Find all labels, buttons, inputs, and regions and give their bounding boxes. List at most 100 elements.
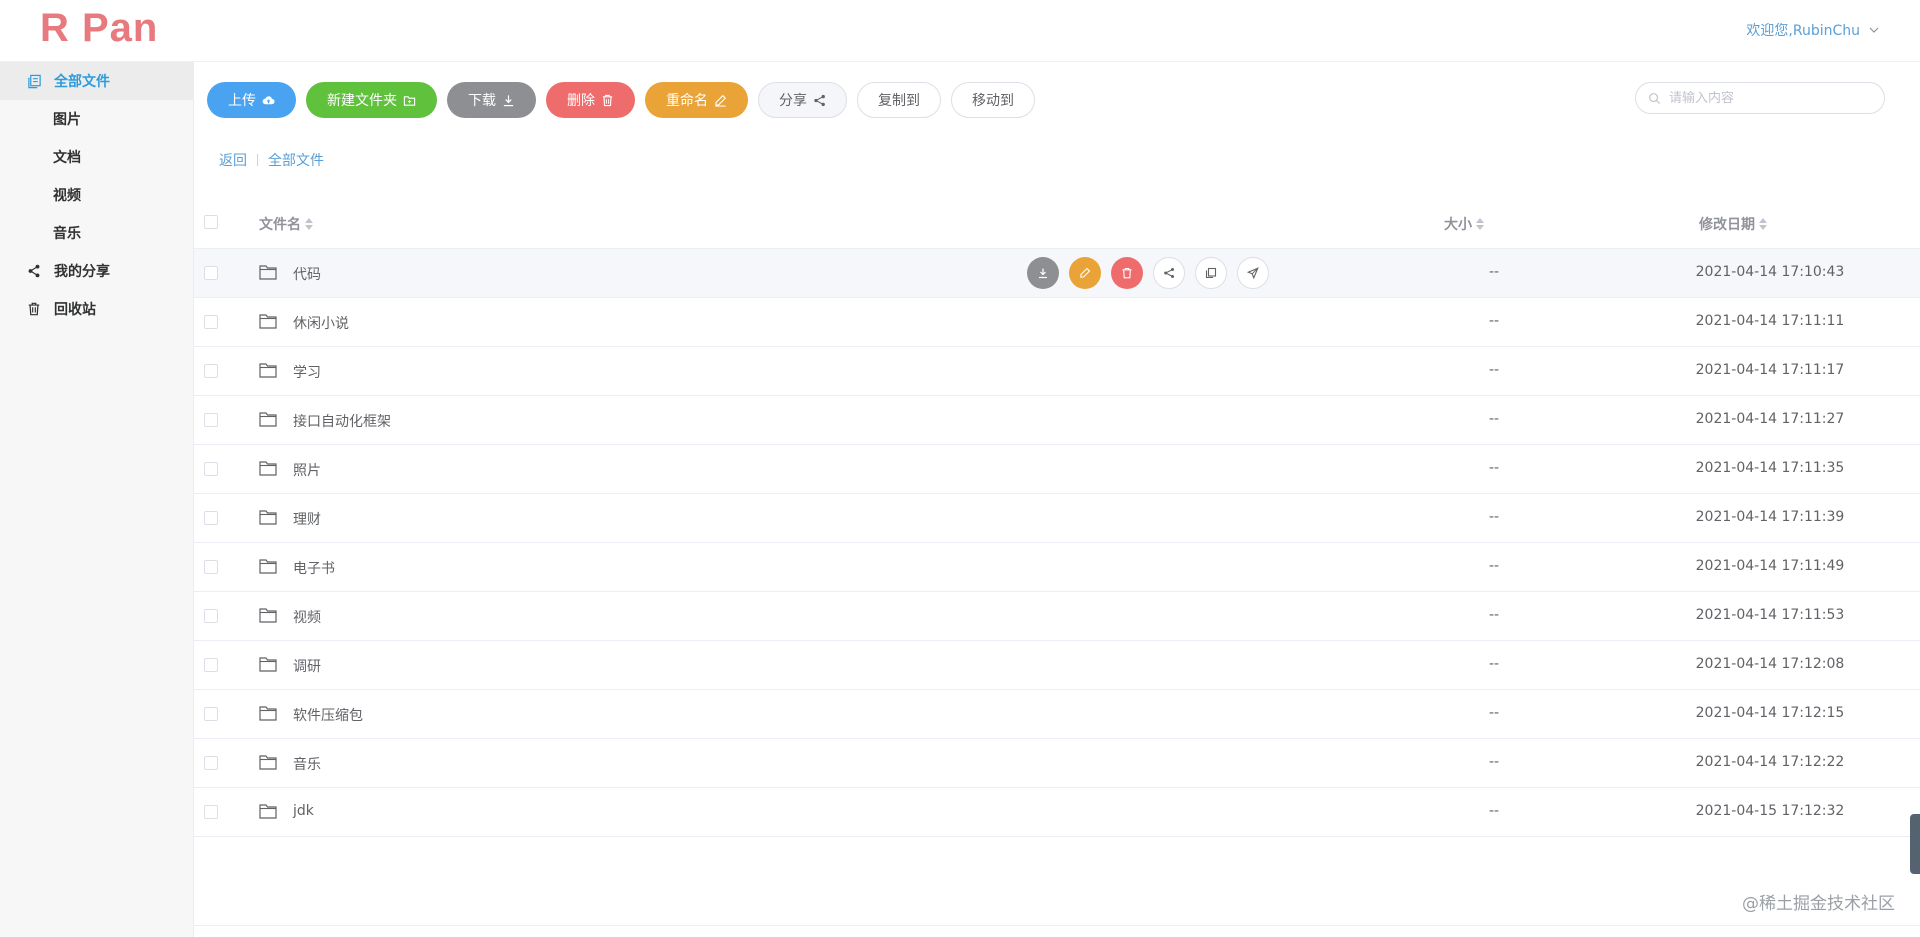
file-name[interactable]: 代码	[293, 264, 321, 284]
sidebar-item-music[interactable]: 音乐	[0, 214, 194, 252]
chevron-down-icon	[1869, 27, 1879, 33]
file-date: 2021-04-14 17:11:17	[1695, 362, 1845, 378]
rename-button[interactable]: 重命名	[645, 82, 748, 118]
table-row[interactable]: 软件压缩包 -- 2021-04-14 17:12:15	[194, 690, 1920, 739]
sidebar-item-videos[interactable]: 视频	[0, 176, 194, 214]
table-row[interactable]: 理财 -- 2021-04-14 17:11:39	[194, 494, 1920, 543]
user-menu[interactable]: 欢迎您,RubinChu	[1746, 20, 1880, 40]
file-date: 2021-04-15 17:12:32	[1695, 803, 1845, 819]
table-row[interactable]: 音乐 -- 2021-04-14 17:12:22	[194, 739, 1920, 788]
send-icon	[1247, 267, 1259, 279]
new-folder-button[interactable]: 新建文件夹	[306, 82, 437, 118]
row-checkbox[interactable]	[204, 560, 218, 574]
row-checkbox[interactable]	[204, 658, 218, 672]
sidebar-item-label: 回收站	[54, 302, 96, 318]
file-name[interactable]: 学习	[293, 362, 321, 382]
sidebar-item-images[interactable]: 图片	[0, 100, 194, 138]
column-name-header[interactable]: 文件名	[259, 214, 313, 234]
file-date: 2021-04-14 17:12:15	[1695, 705, 1845, 721]
folder-icon	[259, 804, 277, 819]
file-name[interactable]: 调研	[293, 656, 321, 676]
file-size: --	[1488, 754, 1500, 770]
row-checkbox[interactable]	[204, 462, 218, 476]
sidebar-item-recycle-bin[interactable]: 回收站	[0, 290, 194, 328]
sort-icon[interactable]	[1476, 218, 1484, 230]
breadcrumb-current[interactable]: 全部文件	[268, 150, 324, 170]
select-all-checkbox[interactable]	[204, 215, 218, 229]
row-share-button[interactable]	[1153, 257, 1185, 289]
row-checkbox[interactable]	[204, 511, 218, 525]
file-name[interactable]: 音乐	[293, 754, 321, 774]
file-name[interactable]: 接口自动化框架	[293, 411, 391, 431]
table-row[interactable]: 照片 -- 2021-04-14 17:11:35	[194, 445, 1920, 494]
share-icon	[814, 94, 825, 106]
move-to-button[interactable]: 移动到	[951, 82, 1035, 118]
table-row[interactable]: 电子书 -- 2021-04-14 17:11:49	[194, 543, 1920, 592]
share-button[interactable]: 分享	[758, 82, 847, 118]
table-row[interactable]: 休闲小说 -- 2021-04-14 17:11:11	[194, 298, 1920, 347]
row-checkbox[interactable]	[204, 609, 218, 623]
sidebar-item-documents[interactable]: 文档	[0, 138, 194, 176]
sidebar-item-label: 图片	[53, 112, 81, 128]
folder-icon	[259, 265, 277, 280]
file-name[interactable]: 照片	[293, 460, 321, 480]
row-checkbox[interactable]	[204, 707, 218, 721]
column-size-label: 大小	[1444, 217, 1472, 233]
download-button[interactable]: 下载	[447, 82, 536, 118]
row-download-button[interactable]	[1027, 257, 1059, 289]
file-size: --	[1488, 656, 1500, 672]
edit-icon	[715, 94, 727, 107]
table-row[interactable]: 视频 -- 2021-04-14 17:11:53	[194, 592, 1920, 641]
table-header: 文件名 大小 修改日期	[194, 195, 1920, 249]
file-name[interactable]: 软件压缩包	[293, 705, 363, 725]
table-row[interactable]: 学习 -- 2021-04-14 17:11:17	[194, 347, 1920, 396]
download-label: 下载	[468, 93, 496, 109]
table-row[interactable]: 代码 -- 2021-04-14 17:10:43	[194, 249, 1920, 298]
upload-button[interactable]: 上传	[207, 82, 296, 118]
column-size-header[interactable]: 大小	[1444, 214, 1484, 234]
file-name[interactable]: 视频	[293, 607, 321, 627]
row-checkbox[interactable]	[204, 266, 218, 280]
row-rename-button[interactable]	[1069, 257, 1101, 289]
row-move-button[interactable]	[1237, 257, 1269, 289]
breadcrumb-back-link[interactable]: 返回	[219, 150, 247, 170]
row-checkbox[interactable]	[204, 756, 218, 770]
row-checkbox[interactable]	[204, 413, 218, 427]
file-name[interactable]: 电子书	[293, 558, 335, 578]
sidebar-item-all-files[interactable]: 全部文件	[0, 62, 194, 100]
sidebar-item-my-shares[interactable]: 我的分享	[0, 252, 194, 290]
file-name[interactable]: jdk	[293, 803, 314, 819]
copy-to-button[interactable]: 复制到	[857, 82, 941, 118]
row-checkbox[interactable]	[204, 315, 218, 329]
file-name[interactable]: 休闲小说	[293, 313, 349, 333]
folder-icon	[259, 510, 277, 525]
delete-button[interactable]: 删除	[546, 82, 635, 118]
sort-icon[interactable]	[1759, 218, 1767, 230]
file-date: 2021-04-14 17:11:11	[1695, 313, 1845, 329]
column-date-header[interactable]: 修改日期	[1699, 214, 1767, 234]
folder-icon	[259, 755, 277, 770]
file-size: --	[1488, 460, 1500, 476]
rename-label: 重命名	[666, 93, 708, 109]
table-row[interactable]: 调研 -- 2021-04-14 17:12:08	[194, 641, 1920, 690]
new-folder-label: 新建文件夹	[327, 93, 397, 109]
breadcrumb-separator	[257, 154, 258, 166]
table-row[interactable]: jdk -- 2021-04-15 17:12:32	[194, 788, 1920, 837]
share-icon	[26, 263, 42, 279]
sort-icon[interactable]	[305, 218, 313, 230]
side-widget-handle[interactable]	[1910, 814, 1920, 874]
table-row[interactable]: 接口自动化框架 -- 2021-04-14 17:11:27	[194, 396, 1920, 445]
search-icon	[1649, 92, 1661, 104]
file-name[interactable]: 理财	[293, 509, 321, 529]
row-delete-button[interactable]	[1111, 257, 1143, 289]
search-input[interactable]	[1669, 90, 1869, 106]
breadcrumb: 返回 全部文件	[219, 150, 324, 170]
row-copy-button[interactable]	[1195, 257, 1227, 289]
share-label: 分享	[779, 93, 807, 109]
folder-icon	[259, 314, 277, 329]
row-checkbox[interactable]	[204, 805, 218, 819]
file-date: 2021-04-14 17:11:53	[1695, 607, 1845, 623]
file-size: --	[1488, 313, 1500, 329]
file-size: --	[1488, 362, 1500, 378]
row-checkbox[interactable]	[204, 364, 218, 378]
